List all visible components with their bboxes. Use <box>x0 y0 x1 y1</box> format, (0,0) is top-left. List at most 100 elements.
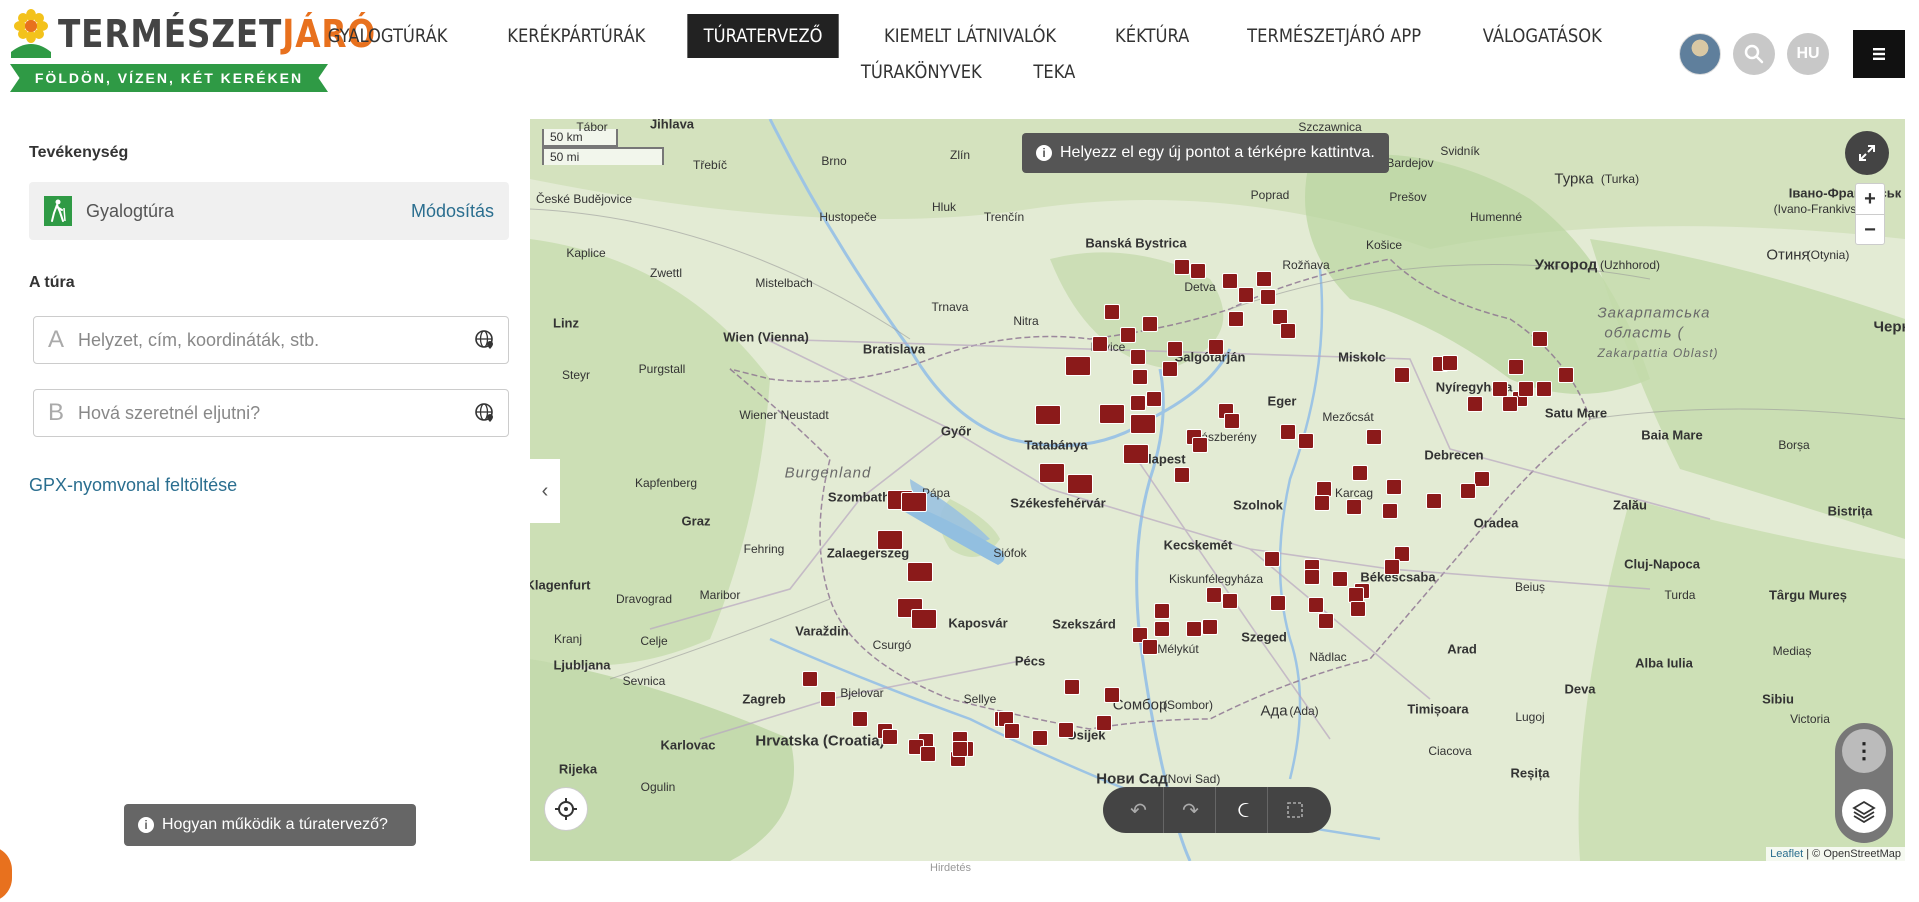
poi-marker-icon[interactable] <box>1065 356 1091 376</box>
poi-marker-icon[interactable] <box>1228 311 1244 327</box>
layers-button[interactable] <box>1842 789 1886 833</box>
poi-marker-icon[interactable] <box>1154 603 1170 619</box>
how-it-works-button[interactable]: i Hogyan működik a túratervező? <box>124 804 416 846</box>
poi-marker-icon[interactable] <box>1208 339 1224 355</box>
poi-marker-icon[interactable] <box>1104 687 1120 703</box>
poi-marker-icon[interactable] <box>907 562 933 582</box>
poi-marker-icon[interactable] <box>1146 391 1162 407</box>
nav-item-válogatások[interactable]: VÁLOGATÁSOK <box>1467 14 1619 58</box>
poi-marker-icon[interactable] <box>877 530 903 550</box>
nav-item-kerékpártúrák[interactable]: KERÉKPÁRTÚRÁK <box>490 14 661 58</box>
poi-marker-icon[interactable] <box>1332 571 1348 587</box>
poi-marker-icon[interactable] <box>1256 271 1272 287</box>
nav-item-teka[interactable]: TEKA <box>1017 50 1092 94</box>
poi-marker-icon[interactable] <box>1474 471 1490 487</box>
feedback-tab[interactable] <box>0 846 12 902</box>
nav-item-túratervező[interactable]: TÚRATERVEZŐ <box>687 14 840 58</box>
poi-marker-icon[interactable] <box>882 729 898 745</box>
poi-marker-icon[interactable] <box>1350 601 1366 617</box>
poi-marker-icon[interactable] <box>1142 639 1158 655</box>
poi-marker-icon[interactable] <box>1058 722 1074 738</box>
fullscreen-button[interactable] <box>1845 131 1889 175</box>
poi-marker-icon[interactable] <box>1502 396 1518 412</box>
activity-edit-link[interactable]: Módosítás <box>411 201 494 222</box>
poi-marker-icon[interactable] <box>920 746 936 762</box>
search-button[interactable] <box>1733 33 1775 75</box>
poi-marker-icon[interactable] <box>1174 467 1190 483</box>
poi-marker-icon[interactable] <box>1264 551 1280 567</box>
poi-marker-icon[interactable] <box>1298 433 1314 449</box>
poi-marker-icon[interactable] <box>1064 679 1080 695</box>
poi-marker-icon[interactable] <box>1174 259 1190 275</box>
poi-marker-icon[interactable] <box>1308 597 1324 613</box>
poi-marker-icon[interactable] <box>1167 341 1183 357</box>
locate-me-button[interactable] <box>544 787 588 831</box>
leaflet-link[interactable]: Leaflet <box>1770 848 1803 860</box>
poi-marker-icon[interactable] <box>1366 429 1382 445</box>
poi-marker-icon[interactable] <box>1460 483 1476 499</box>
poi-marker-icon[interactable] <box>1202 619 1218 635</box>
poi-marker-icon[interactable] <box>1318 613 1334 629</box>
poi-marker-icon[interactable] <box>1386 479 1402 495</box>
poi-marker-icon[interactable] <box>852 711 868 727</box>
magnet-snap-icon[interactable] <box>1218 787 1268 833</box>
poi-marker-icon[interactable] <box>1130 414 1156 434</box>
user-avatar[interactable] <box>1679 33 1721 75</box>
poi-marker-icon[interactable] <box>1426 493 1442 509</box>
poi-marker-icon[interactable] <box>1314 495 1330 511</box>
poi-marker-icon[interactable] <box>820 691 836 707</box>
poi-marker-icon[interactable] <box>1096 715 1112 731</box>
poi-marker-icon[interactable] <box>1238 287 1254 303</box>
poi-marker-icon[interactable] <box>1346 499 1362 515</box>
poi-marker-icon[interactable] <box>911 609 937 629</box>
poi-marker-icon[interactable] <box>1130 395 1146 411</box>
poi-marker-icon[interactable] <box>1154 621 1170 637</box>
globe-pin-icon[interactable] <box>474 329 496 351</box>
poi-marker-icon[interactable] <box>1186 621 1202 637</box>
poi-marker-icon[interactable] <box>1162 361 1178 377</box>
hamburger-menu-button[interactable] <box>1853 30 1905 78</box>
zoom-out-button[interactable]: − <box>1856 214 1884 244</box>
map-canvas[interactable]: 50 km 50 mi Jihlava Tábor Szczawnica Třebíč… <box>530 119 1905 861</box>
poi-marker-icon[interactable] <box>1142 316 1158 332</box>
poi-marker-icon[interactable] <box>1304 569 1320 585</box>
poi-marker-icon[interactable] <box>901 492 927 512</box>
poi-marker-icon[interactable] <box>1280 424 1296 440</box>
globe-pin-icon[interactable] <box>474 402 496 424</box>
poi-marker-icon[interactable] <box>1384 559 1400 575</box>
poi-marker-icon[interactable] <box>1120 327 1136 343</box>
poi-marker-icon[interactable] <box>1206 587 1222 603</box>
poi-marker-icon[interactable] <box>1224 413 1240 429</box>
poi-marker-icon[interactable] <box>1260 289 1276 305</box>
poi-marker-icon[interactable] <box>1222 273 1238 289</box>
poi-marker-icon[interactable] <box>1004 723 1020 739</box>
redo-icon[interactable]: ↷ <box>1166 787 1216 833</box>
collapse-sidebar-button[interactable]: ‹ <box>530 459 560 523</box>
poi-marker-icon[interactable] <box>1518 381 1534 397</box>
poi-marker-icon[interactable] <box>1352 465 1368 481</box>
poi-marker-icon[interactable] <box>1222 593 1238 609</box>
poi-marker-icon[interactable] <box>1382 503 1398 519</box>
poi-marker-icon[interactable] <box>802 671 818 687</box>
poi-marker-icon[interactable] <box>1280 323 1296 339</box>
poi-marker-icon[interactable] <box>1039 463 1065 483</box>
nav-item-gyalogtúrák[interactable]: GYALOGTÚRÁK <box>312 14 464 58</box>
poi-marker-icon[interactable] <box>1558 367 1574 383</box>
poi-marker-icon[interactable] <box>1132 369 1148 385</box>
poi-marker-icon[interactable] <box>1067 474 1093 494</box>
poi-marker-icon[interactable] <box>1099 404 1125 424</box>
nav-item-túrakönyvek[interactable]: TÚRAKÖNYVEK <box>845 50 999 94</box>
poi-marker-icon[interactable] <box>1032 730 1048 746</box>
poi-marker-icon[interactable] <box>1270 595 1286 611</box>
nav-item-természetjáró-app[interactable]: TERMÉSZETJÁRÓ APP <box>1231 14 1438 58</box>
poi-marker-icon[interactable] <box>1035 405 1061 425</box>
destination-input[interactable] <box>78 402 474 424</box>
more-options-icon[interactable]: ⋮ <box>1842 729 1886 773</box>
poi-marker-icon[interactable] <box>1492 381 1508 397</box>
poi-marker-icon[interactable] <box>1192 437 1208 453</box>
undo-icon[interactable]: ↶ <box>1114 787 1164 833</box>
poi-marker-icon[interactable] <box>1104 304 1120 320</box>
start-point-input[interactable] <box>78 329 474 351</box>
zoom-in-button[interactable]: + <box>1856 184 1884 214</box>
poi-marker-icon[interactable] <box>1467 396 1483 412</box>
